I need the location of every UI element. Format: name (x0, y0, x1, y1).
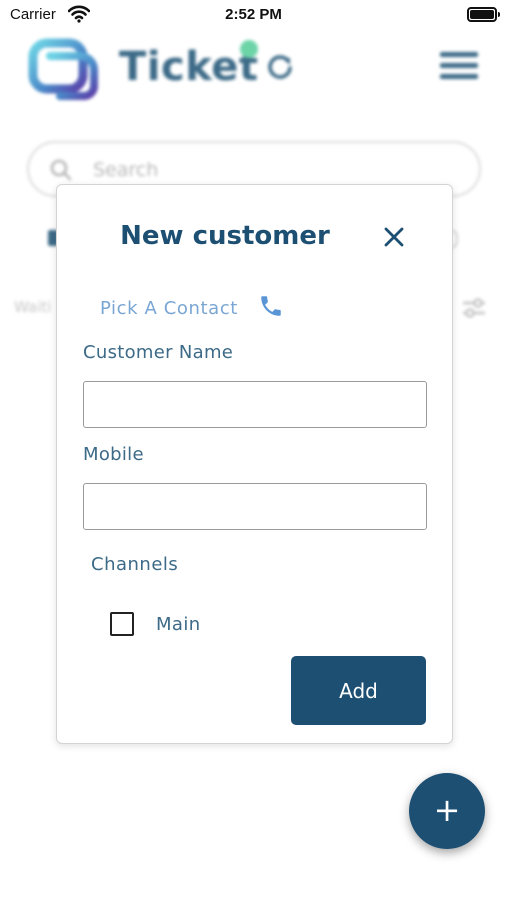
status-bar: Carrier 2:52 PM (0, 0, 507, 30)
new-customer-dialog: New customer Pick A Contact Customer Nam… (56, 184, 453, 744)
clock: 2:52 PM (225, 6, 282, 23)
mobile-input[interactable] (83, 483, 427, 530)
customer-name-label: Customer Name (83, 342, 234, 363)
dialog-title: New customer (120, 221, 330, 251)
add-button[interactable]: Add (291, 656, 426, 725)
customer-name-input[interactable] (83, 381, 427, 428)
hamburger-menu-icon[interactable] (440, 52, 478, 85)
status-filter-label: Waiti (14, 298, 52, 316)
phone-icon (261, 296, 281, 316)
pick-contact-button[interactable]: Pick A Contact (100, 294, 284, 322)
status-dot (240, 40, 258, 58)
add-ticket-fab[interactable]: + (409, 773, 485, 849)
channels-label: Channels (91, 554, 179, 575)
filter-sliders-icon[interactable] (461, 296, 487, 320)
brand-name: Ticket (119, 44, 259, 90)
channel-option-main[interactable]: Main (110, 611, 201, 637)
channel-checkbox[interactable] (110, 612, 134, 636)
battery-icon (467, 7, 500, 22)
channel-label: Main (156, 613, 201, 635)
mobile-label: Mobile (83, 444, 144, 465)
pick-contact-label: Pick A Contact (100, 297, 238, 319)
refresh-icon[interactable] (266, 52, 294, 80)
search-icon (50, 159, 72, 181)
chat-bubble-logo-icon (28, 38, 98, 100)
close-icon[interactable] (381, 224, 407, 250)
search-placeholder: Search (93, 159, 159, 181)
